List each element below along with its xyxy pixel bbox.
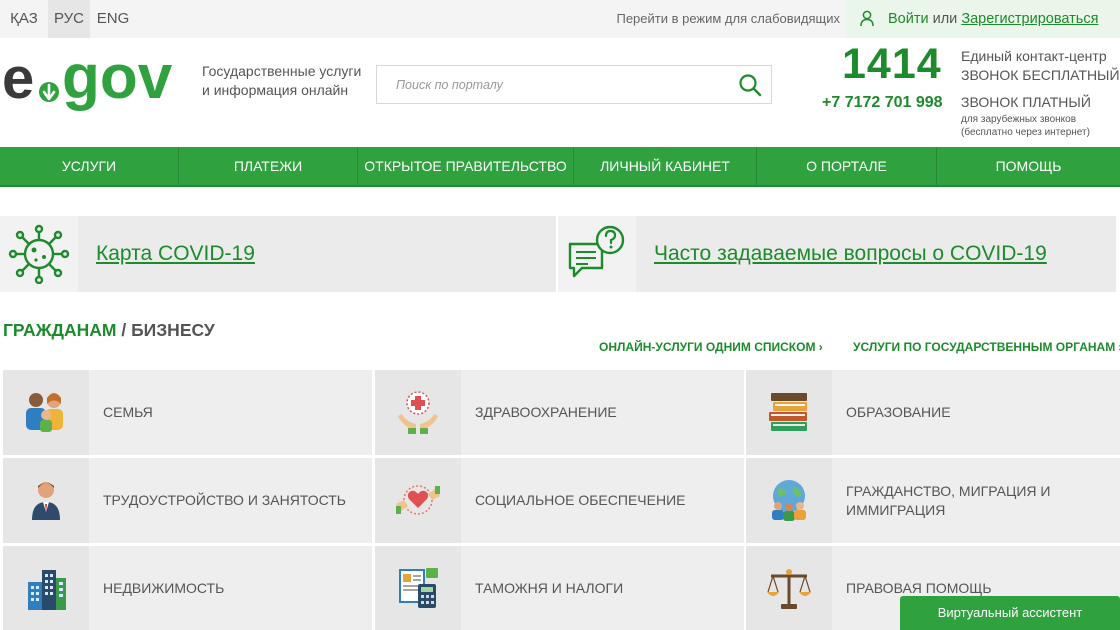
category-label: ОБРАЗОВАНИЕ: [846, 404, 951, 420]
search-input[interactable]: [377, 66, 727, 103]
lang-rus[interactable]: РУС: [48, 0, 90, 38]
worker-icon: [32, 482, 60, 520]
contact-center-info: Единый контакт-центр ЗВОНОК БЕСПЛАТНЫЙ: [961, 47, 1120, 85]
chat-question-icon: [568, 225, 625, 278]
virus-icon: [8, 224, 70, 284]
slogan: Государственные услуги и информация онла…: [202, 62, 377, 100]
search-icon: [739, 74, 762, 97]
free-call-label: ЗВОНОК БЕСПЛАТНЫЙ: [961, 67, 1120, 83]
nav-personal-cabinet[interactable]: ЛИЧНЫЙ КАБИНЕТ: [574, 147, 757, 185]
category-icon-cell: [3, 458, 89, 543]
slogan-line-1: Государственные услуги: [202, 63, 362, 79]
paid-call-label: ЗВОНОК ПЛАТНЫЙ: [961, 94, 1091, 110]
globe-people-icon: [772, 480, 806, 521]
foreign-calls-text: для зарубежных звонков: [961, 114, 1077, 125]
register-link[interactable]: Зарегистрироваться: [961, 11, 1098, 27]
category-social-security[interactable]: СОЦИАЛЬНОЕ ОБЕСПЕЧЕНИЕ: [375, 458, 744, 543]
category-citizenship-migration[interactable]: ГРАЖДАНСТВО, МИГРАЦИЯ И ИММИГРАЦИЯ: [746, 458, 1120, 543]
category-label: ТРУДОУСТРОЙСТВО И ЗАНЯТОСТЬ: [103, 492, 346, 508]
lang-kaz[interactable]: ҚАЗ: [0, 0, 48, 38]
paid-phone-number: +7 7172 701 998: [822, 94, 943, 111]
svg-text:e: e: [2, 50, 34, 111]
category-education[interactable]: ОБРАЗОВАНИЕ: [746, 370, 1120, 455]
scales-icon: [767, 569, 811, 609]
category-icon-cell: [746, 370, 832, 455]
lang-eng[interactable]: ENG: [90, 0, 136, 38]
virtual-assistant-button[interactable]: Виртуальный ассистент: [900, 596, 1120, 630]
category-icon-cell: [3, 546, 89, 630]
category-icon-cell: [746, 546, 832, 630]
search-box: [376, 65, 772, 104]
category-employment[interactable]: ТРУДОУСТРОЙСТВО И ЗАНЯТОСТЬ: [3, 458, 372, 543]
category-icon-cell: [375, 370, 461, 455]
main-nav: УСЛУГИ ПЛАТЕЖИ ОТКРЫТОЕ ПРАВИТЕЛЬСТВО ЛИ…: [0, 147, 1120, 187]
hotline-number: 1414: [842, 40, 942, 88]
tab-business[interactable]: БИЗНЕСУ: [131, 320, 215, 340]
family-icon: [26, 393, 63, 432]
nav-services[interactable]: УСЛУГИ: [0, 147, 179, 185]
category-icon-cell: [3, 370, 89, 455]
category-customs-taxes[interactable]: ТАМОЖНЯ И НАЛОГИ: [375, 546, 744, 630]
category-family[interactable]: СЕМЬЯ: [3, 370, 372, 455]
tax-calculator-icon: [399, 568, 438, 608]
login-link[interactable]: Войти: [888, 11, 929, 27]
nav-help[interactable]: ПОМОЩЬ: [937, 147, 1120, 185]
books-icon: [769, 393, 807, 431]
category-label: ТАМОЖНЯ И НАЛОГИ: [475, 580, 624, 596]
faq-icon-box: [558, 216, 636, 292]
auth-links: Войти или Зарегистрироваться: [888, 0, 1098, 38]
category-healthcare[interactable]: ЗДРАВООХРАНЕНИЕ: [375, 370, 744, 455]
category-label: СОЦИАЛЬНОЕ ОБЕСПЕЧЕНИЕ: [475, 492, 686, 508]
section-title: ГРАЖДАНАМ / БИЗНЕСУ: [3, 320, 215, 341]
user-icon: [860, 10, 874, 32]
social-care-icon: [396, 485, 440, 515]
category-label: ЗДРАВООХРАНЕНИЕ: [475, 404, 617, 420]
search-button[interactable]: [737, 72, 763, 98]
category-label: СЕМЬЯ: [103, 404, 153, 420]
contact-center-label: Единый контакт-центр: [961, 48, 1107, 64]
section-separator: /: [116, 320, 132, 340]
tab-citizens[interactable]: ГРАЖДАНАМ: [3, 320, 116, 340]
buildings-icon: [28, 570, 66, 610]
services-by-agency-link[interactable]: УСЛУГИ ПО ГОСУДАРСТВЕННЫМ ОРГАНАМ ›: [853, 340, 1120, 354]
covid-map-banner[interactable]: Карта COVID-19: [0, 216, 556, 292]
or-text: или: [932, 11, 958, 27]
category-label: ГРАЖДАНСТВО, МИГРАЦИЯ И ИММИГРАЦИЯ: [846, 482, 1051, 518]
nav-payments[interactable]: ПЛАТЕЖИ: [179, 147, 358, 185]
category-real-estate[interactable]: НЕДВИЖИМОСТЬ: [3, 546, 372, 630]
svg-text:gov: gov: [62, 50, 173, 112]
category-icon-cell: [375, 458, 461, 543]
low-vision-link[interactable]: Перейти в режим для слабовидящих: [580, 0, 840, 38]
egov-logo[interactable]: e gov: [2, 43, 184, 118]
nav-about[interactable]: О ПОРТАЛЕ: [757, 147, 937, 185]
online-services-list-link[interactable]: ОНЛАЙН-УСЛУГИ ОДНИМ СПИСКОМ ›: [599, 340, 823, 354]
covid-map-link[interactable]: Карта COVID-19: [96, 216, 255, 292]
category-label: НЕДВИЖИМОСТЬ: [103, 580, 225, 596]
auth-block: Войти или Зарегистрироваться: [846, 0, 1120, 38]
egov-logo-mark: e gov: [2, 43, 173, 112]
covid-faq-banner[interactable]: Часто задаваемые вопросы о COVID-19: [558, 216, 1116, 292]
internet-free-text: (бесплатно через интернет): [961, 127, 1090, 138]
category-icon-cell: [375, 546, 461, 630]
virus-icon-box: [0, 216, 78, 292]
healthcare-icon: [398, 391, 438, 434]
foreign-call-note: для зарубежных звонков (бесплатно через …: [961, 113, 1090, 139]
nav-open-government[interactable]: ОТКРЫТОЕ ПРАВИТЕЛЬСТВО: [358, 147, 574, 185]
category-icon-cell: [746, 458, 832, 543]
slogan-line-2: и информация онлайн: [202, 82, 349, 98]
covid-faq-link[interactable]: Часто задаваемые вопросы о COVID-19: [654, 216, 1047, 292]
top-bar: ҚАЗ РУС ENG Перейти в режим для слабовид…: [0, 0, 1120, 38]
